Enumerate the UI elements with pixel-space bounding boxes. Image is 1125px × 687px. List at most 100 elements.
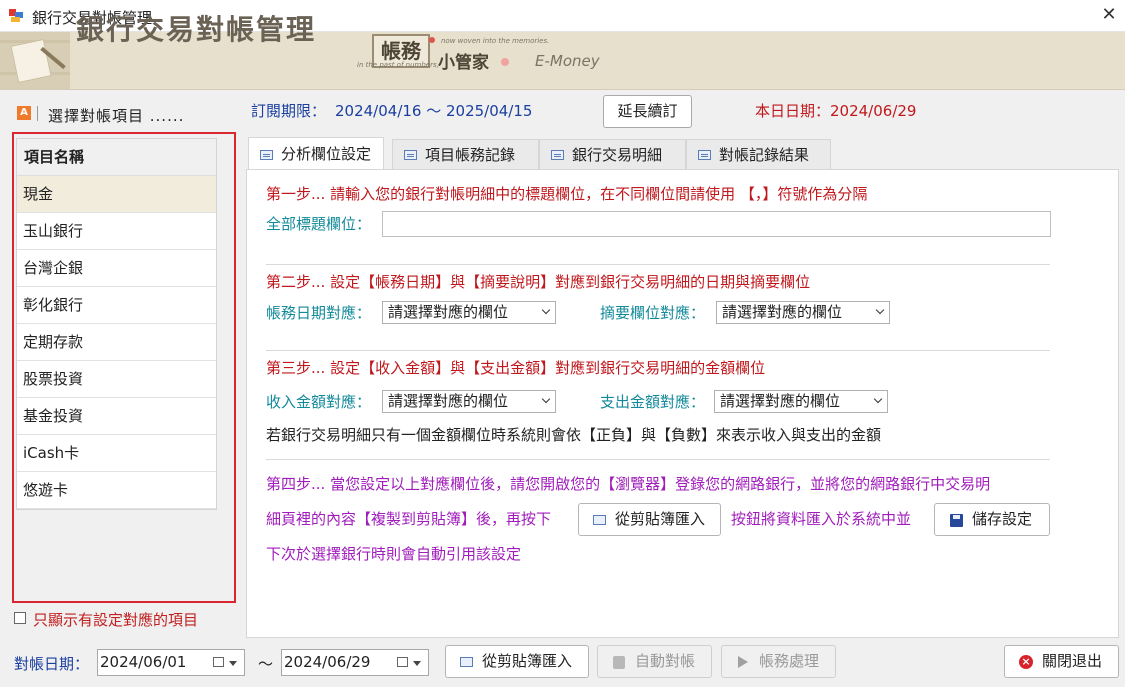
date-separator: ～ xyxy=(258,655,274,673)
date-map-label: 帳務日期對應： xyxy=(266,304,372,322)
select-value: 請選擇對應的欄位 xyxy=(720,392,841,410)
list-item[interactable]: iCash卡 xyxy=(17,435,216,472)
clipboard-icon xyxy=(593,515,606,525)
tab-bank-transactions[interactable]: 銀行交易明細 xyxy=(539,139,686,170)
calendar-icon xyxy=(397,657,408,667)
chevron-down-icon xyxy=(873,394,883,404)
close-button[interactable]: ✕ xyxy=(1098,5,1120,27)
divider xyxy=(37,106,38,121)
tab-label: 銀行交易明細 xyxy=(572,146,663,164)
only-configured-label[interactable]: 只顯示有設定對應的項目 xyxy=(33,609,198,630)
list-item[interactable]: 股票投資 xyxy=(17,361,216,398)
income-map-select[interactable]: 請選擇對應的欄位 xyxy=(382,390,556,413)
list-column-header: 項目名稱 xyxy=(17,139,216,176)
process-accounts-button[interactable]: 帳務處理 xyxy=(721,645,836,678)
divider xyxy=(266,350,1050,351)
list-item[interactable]: 彰化銀行 xyxy=(17,287,216,324)
select-value: 請選擇對應的欄位 xyxy=(388,392,509,410)
bottom-paste-import-button[interactable]: 從剪貼簿匯入 xyxy=(445,645,589,678)
step1-text: 第一步... 請輸入您的銀行對帳明細中的標題欄位，在不同欄位間請使用 【，】符號… xyxy=(266,185,868,203)
date-to-picker[interactable]: 2024/06/29 xyxy=(281,649,429,676)
logo-tagline: now woven into the memories. xyxy=(441,37,550,45)
button-label: 帳務處理 xyxy=(759,652,820,670)
select-value: 請選擇對應的欄位 xyxy=(722,303,843,321)
step4-text: 細頁裡的內容【複製到剪貼簿】後，再按下 xyxy=(266,510,552,528)
step2-text: 第二步... 設定【帳務日期】與【摘要說明】對應到銀行交易明細的日期與摘要欄位 xyxy=(266,273,811,291)
dropdown-arrow-icon[interactable] xyxy=(229,661,237,666)
all-fields-input[interactable] xyxy=(382,211,1051,237)
select-value: 請選擇對應的欄位 xyxy=(388,303,509,321)
list-item[interactable]: 玉山銀行 xyxy=(17,213,216,250)
table-icon xyxy=(260,150,273,160)
exit-button[interactable]: × 關閉退出 xyxy=(1004,645,1119,678)
table-icon xyxy=(698,150,711,160)
list-item[interactable]: 悠遊卡 xyxy=(17,472,216,509)
date-value: 2024/06/01 xyxy=(100,653,187,671)
tab-item-records[interactable]: 項目帳務記錄 xyxy=(392,139,539,170)
button-label: 自動對帳 xyxy=(635,652,696,670)
database-icon xyxy=(613,656,625,669)
step4-text: 第四步... 當您設定以上對應欄位後，請您開啟您的【瀏覽器】登錄您的網路銀行，並… xyxy=(266,475,991,493)
table-icon xyxy=(404,150,417,160)
left-panel-title: 選擇對帳項目 ...... xyxy=(48,107,185,125)
button-label: 從剪貼簿匯入 xyxy=(482,652,573,670)
save-settings-button[interactable]: 儲存設定 xyxy=(934,503,1050,536)
list-item[interactable]: 台灣企銀 xyxy=(17,250,216,287)
step4-text: 下次於選擇銀行時則會自動引用該設定 xyxy=(266,545,522,563)
list-item[interactable]: 定期存款 xyxy=(17,324,216,361)
subscription-label: 訂閱期限： xyxy=(251,102,327,120)
summary-map-select[interactable]: 請選擇對應的欄位 xyxy=(716,301,890,324)
save-icon xyxy=(950,514,963,527)
chevron-down-icon xyxy=(541,394,551,404)
summary-map-label: 摘要欄位對應： xyxy=(600,304,706,322)
play-icon xyxy=(738,656,748,668)
date-from-picker[interactable]: 2024/06/01 xyxy=(97,649,245,676)
logo-brand: 小管家 xyxy=(438,53,489,73)
all-fields-label: 全部標題欄位： xyxy=(266,215,372,233)
income-map-label: 收入金額對應： xyxy=(266,393,372,411)
banner-title: 銀行交易對帳管理 xyxy=(76,13,317,46)
tab-label: 對帳記錄結果 xyxy=(719,146,810,164)
date-value: 2024/06/29 xyxy=(284,653,371,671)
button-label: 關閉退出 xyxy=(1042,652,1103,670)
list-item[interactable]: 現金 xyxy=(17,176,216,213)
today-date: 本日日期：2024/06/29 xyxy=(755,102,917,120)
step4-text: 按鈕將資料匯入於系統中並 xyxy=(731,510,912,528)
section-icon: A xyxy=(17,106,31,120)
tab-label: 分析欄位設定 xyxy=(281,145,372,163)
expense-map-select[interactable]: 請選擇對應的欄位 xyxy=(714,390,888,413)
amount-note: 若銀行交易明細只有一個金額欄位時系統則會依【正負】與【負數】來表示收入與支出的金… xyxy=(266,426,882,444)
app-icon xyxy=(9,9,23,22)
divider xyxy=(266,264,1050,265)
tab-reconcile-results[interactable]: 對帳記錄結果 xyxy=(686,139,831,170)
table-icon xyxy=(551,150,564,160)
chevron-down-icon xyxy=(875,305,885,315)
logo-dot-icon xyxy=(429,37,435,43)
button-label: 從剪貼簿匯入 xyxy=(615,510,706,528)
only-configured-checkbox[interactable] xyxy=(14,612,26,624)
button-label: 儲存設定 xyxy=(972,510,1033,528)
expense-map-label: 支出金額對應： xyxy=(600,393,706,411)
logo-brand: E-Money xyxy=(535,52,600,70)
dropdown-arrow-icon[interactable] xyxy=(413,661,421,666)
logo-tagline: in the past of numbers, xyxy=(357,61,439,69)
divider xyxy=(266,459,1050,460)
date-map-select[interactable]: 請選擇對應的欄位 xyxy=(382,301,556,324)
reconcile-date-label: 對帳日期： xyxy=(14,655,90,673)
logo-brand: 帳務 xyxy=(381,39,421,63)
item-list[interactable]: 項目名稱 現金 玉山銀行 台灣企銀 彰化銀行 定期存款 股票投資 基金投資 iC… xyxy=(16,138,217,510)
envelope-icon xyxy=(0,32,70,89)
subscription-range: 2024/04/16 ～ 2025/04/15 xyxy=(335,102,533,120)
logo-dot-icon xyxy=(501,58,509,66)
tab-field-settings[interactable]: 分析欄位設定 xyxy=(248,137,384,170)
step3-text: 第三步... 設定【收入金額】與【支出金額】對應到銀行交易明細的金額欄位 xyxy=(266,359,766,377)
calendar-icon xyxy=(213,657,224,667)
tab-label: 項目帳務記錄 xyxy=(425,146,516,164)
auto-reconcile-button[interactable]: 自動對帳 xyxy=(597,645,712,678)
clipboard-icon xyxy=(460,657,473,667)
paste-import-button[interactable]: 從剪貼簿匯入 xyxy=(578,503,721,536)
extend-subscription-button[interactable]: 延長續訂 xyxy=(603,95,692,128)
close-circle-icon: × xyxy=(1019,655,1033,669)
chevron-down-icon xyxy=(541,305,551,315)
list-item[interactable]: 基金投資 xyxy=(17,398,216,435)
